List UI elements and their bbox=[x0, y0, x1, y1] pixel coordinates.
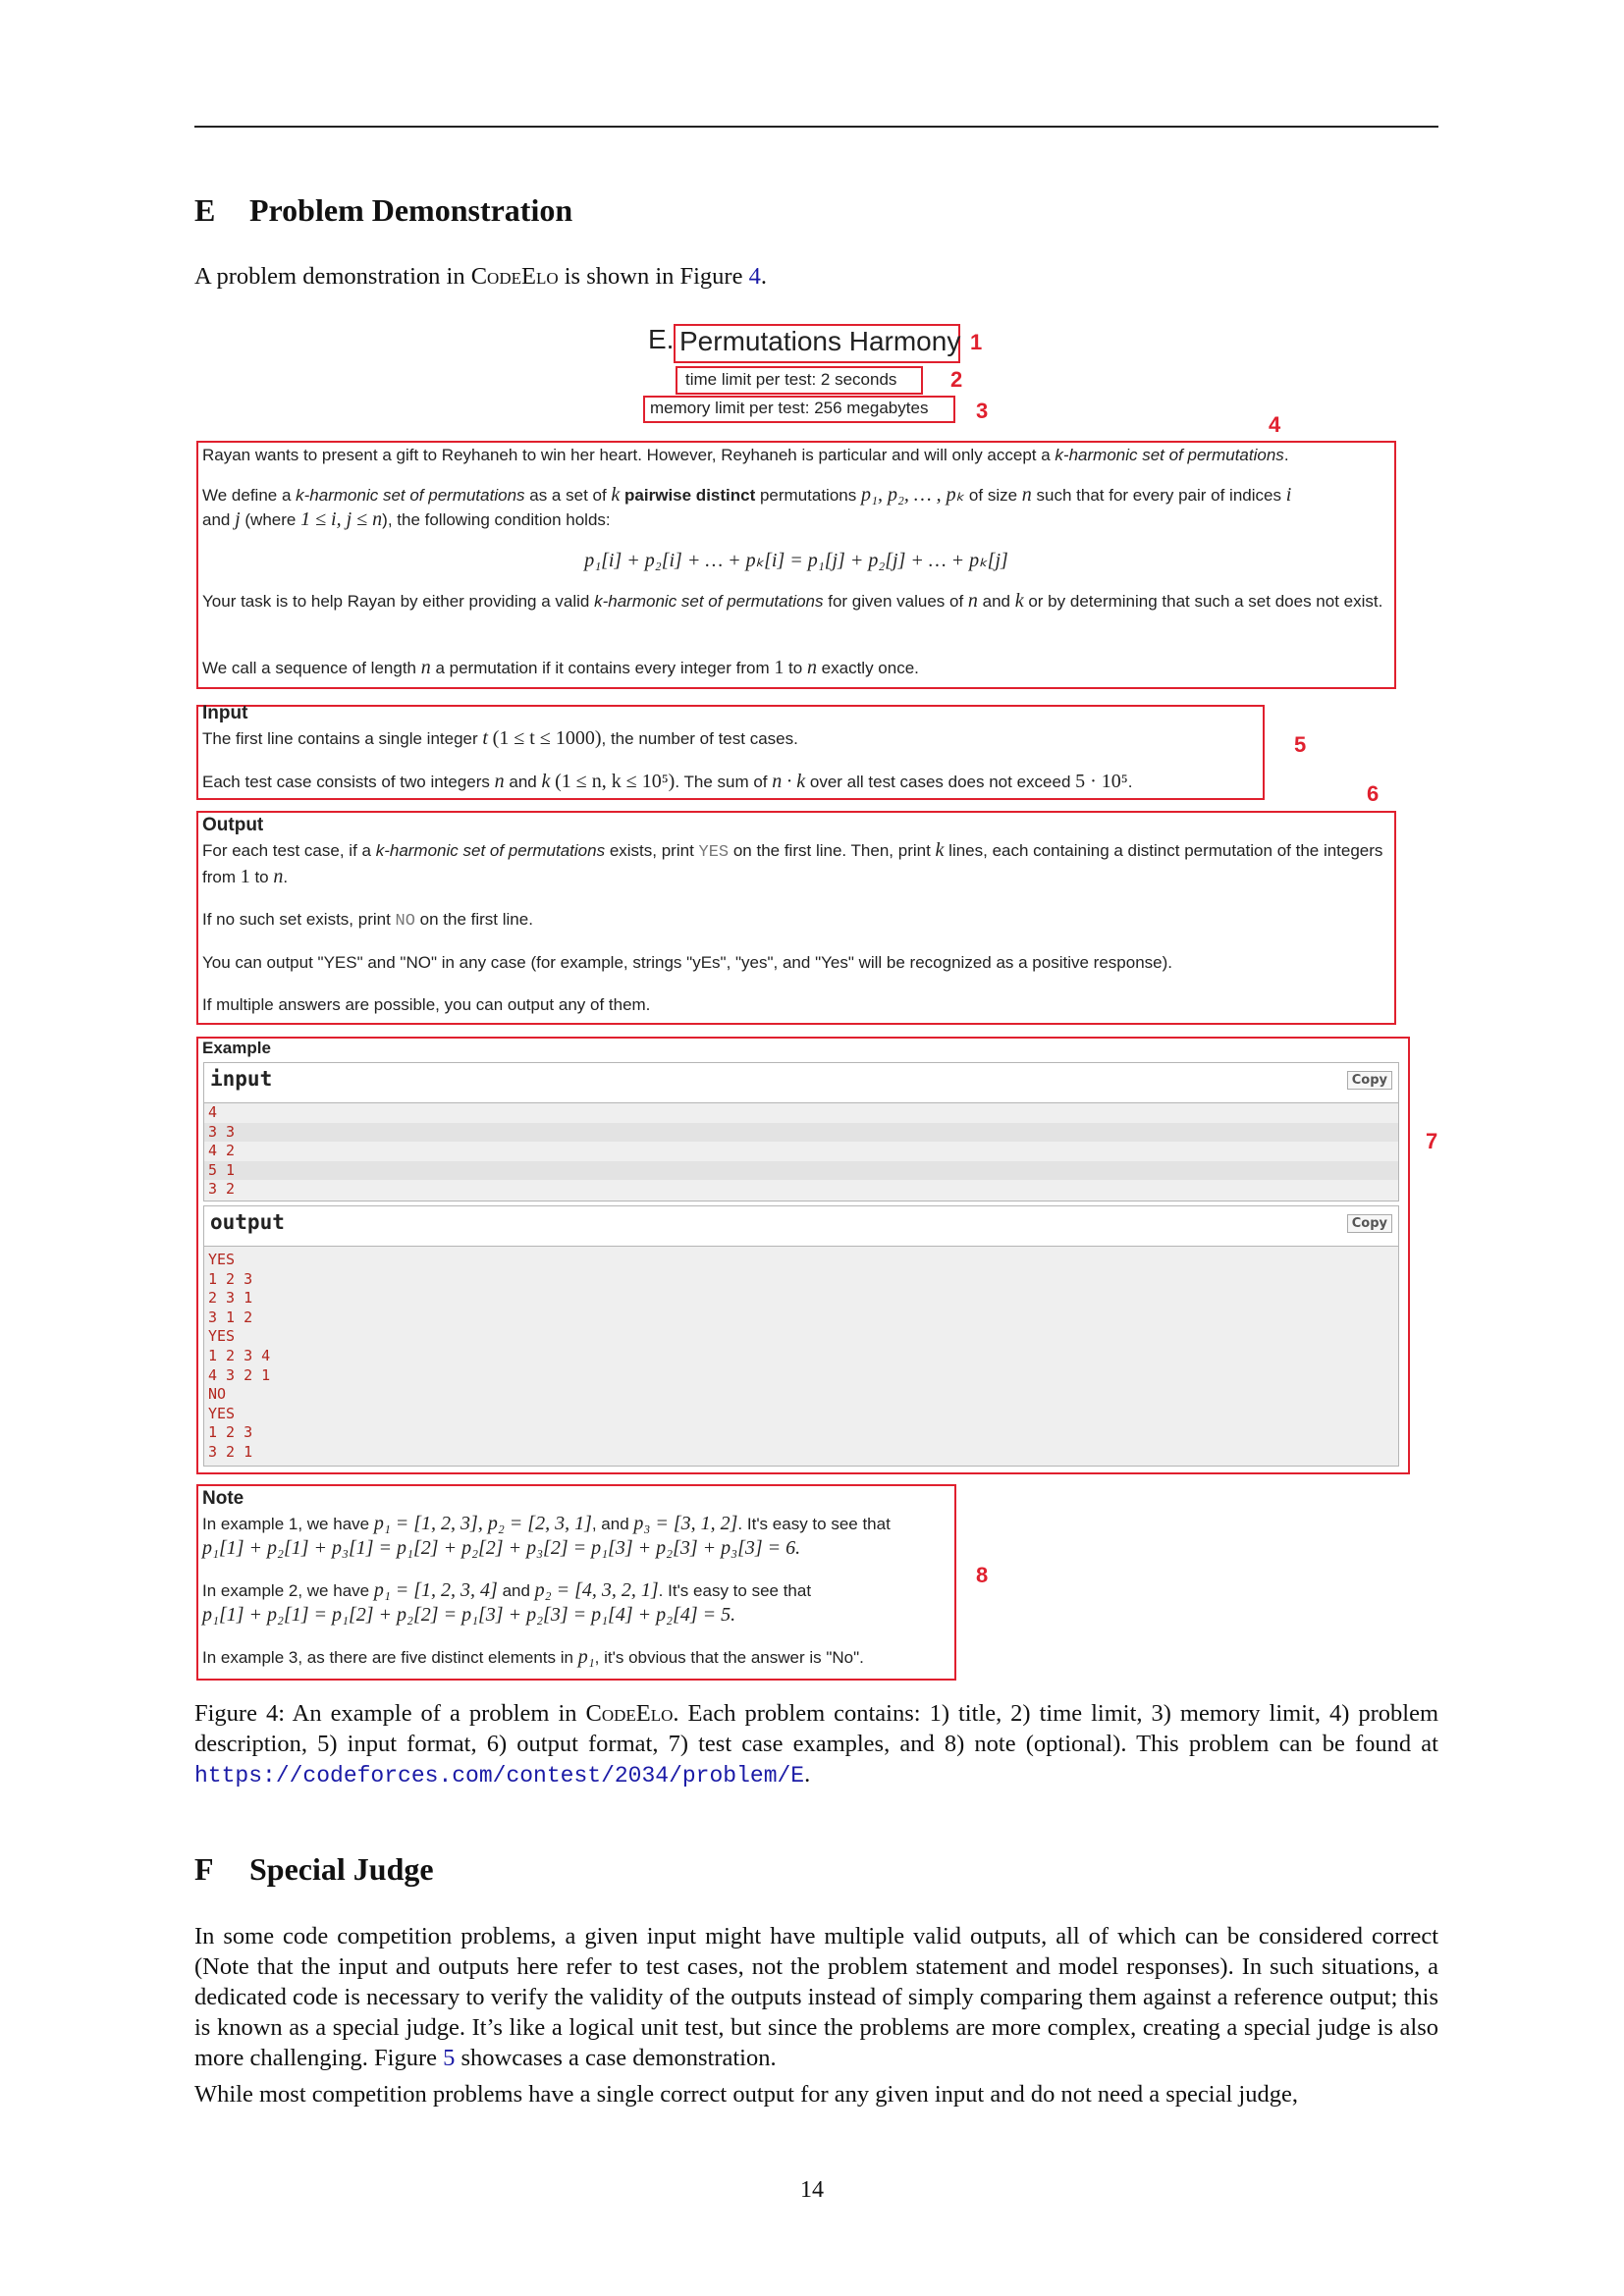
label-2: 2 bbox=[950, 367, 963, 392]
section-number: F bbox=[194, 1851, 214, 1887]
example-input-title: input bbox=[210, 1067, 273, 1091]
header-rule bbox=[194, 126, 1438, 128]
note-example-2: In example 2, we have p₁ = [1, 2, 3, 4] … bbox=[202, 1579, 812, 1626]
statement-p2: We define a k-harmonic set of permutatio… bbox=[202, 484, 1292, 530]
copy-input-button[interactable]: Copy bbox=[1346, 1071, 1392, 1090]
section-f-heading: F Special Judge bbox=[194, 1851, 434, 1888]
input-line: 4 2 bbox=[208, 1142, 236, 1160]
problem-letter: E. bbox=[648, 324, 675, 354]
input-line-1: The first line contains a single integer… bbox=[202, 727, 798, 749]
output-line: 1 2 3 4 bbox=[208, 1346, 271, 1364]
memory-limit: memory limit per test: 256 megabytes bbox=[650, 399, 929, 417]
input-line: 5 1 bbox=[204, 1160, 1398, 1181]
note-example-1: In example 1, we have p₁ = [1, 2, 3], p₂… bbox=[202, 1513, 891, 1559]
input-line-2: Each test case consists of two integers … bbox=[202, 771, 1133, 792]
section-f-paragraph-2: While most competition problems have a s… bbox=[194, 2081, 1298, 2108]
output-line: YES bbox=[208, 1404, 236, 1422]
example-input-body: 4 3 3 4 2 5 1 3 2 bbox=[204, 1102, 1398, 1201]
label-1: 1 bbox=[970, 330, 983, 354]
figure-ref-link[interactable]: 4 bbox=[749, 263, 761, 290]
input-line: 3 3 bbox=[204, 1122, 1398, 1143]
example-output-title: output bbox=[210, 1210, 285, 1234]
label-8: 8 bbox=[976, 1563, 989, 1587]
output-line-3: You can output "YES" and "NO" in any cas… bbox=[202, 953, 1172, 972]
output-line-1: For each test case, if a k-harmonic set … bbox=[202, 839, 1383, 887]
statement-p3: Your task is to help Rayan by either pro… bbox=[202, 590, 1383, 612]
output-header: Output bbox=[202, 815, 264, 835]
example-header: Example bbox=[202, 1039, 271, 1057]
output-line: 3 2 1 bbox=[208, 1442, 253, 1461]
time-limit: time limit per test: 2 seconds bbox=[685, 370, 897, 389]
codeelo-name: CodeElo bbox=[470, 263, 559, 290]
statement-p4: We call a sequence of length n a permuta… bbox=[202, 657, 919, 678]
section-e-intro: A problem demonstration in CodeElo is sh… bbox=[194, 263, 767, 290]
figure-5-ref-link[interactable]: 5 bbox=[443, 2045, 455, 2071]
statement-equation: p₁[i] + p₂[i] + … + pₖ[i] = p₁[j] + p₂[j… bbox=[584, 550, 1008, 571]
example-output-box: output Copy YES 1 2 3 2 3 1 3 1 2 YES 1 … bbox=[203, 1205, 1399, 1467]
problem-title: Permutations Harmony bbox=[679, 326, 961, 356]
page-number: 14 bbox=[800, 2177, 824, 2203]
label-6: 6 bbox=[1367, 781, 1380, 806]
input-header: Input bbox=[202, 703, 248, 723]
output-line: 4 3 2 1 bbox=[208, 1365, 271, 1384]
label-4: 4 bbox=[1269, 412, 1281, 437]
note-example-3: In example 3, as there are five distinct… bbox=[202, 1646, 864, 1668]
label-3: 3 bbox=[976, 399, 989, 423]
output-line: 2 3 1 bbox=[208, 1289, 253, 1308]
problem-url-link[interactable]: https://codeforces.com/contest/2034/prob… bbox=[194, 1763, 804, 1789]
section-e-heading: E Problem Demonstration bbox=[194, 192, 572, 229]
output-line: YES bbox=[208, 1327, 236, 1346]
section-title: Problem Demonstration bbox=[249, 192, 573, 228]
output-line: 3 1 2 bbox=[208, 1308, 253, 1326]
figure-caption: Figure 4: An example of a problem in Cod… bbox=[194, 1700, 1438, 1789]
copy-output-button[interactable]: Copy bbox=[1346, 1214, 1392, 1233]
input-line: 3 2 bbox=[208, 1180, 236, 1199]
output-line: YES bbox=[208, 1251, 236, 1268]
section-title: Special Judge bbox=[249, 1851, 434, 1887]
label-7: 7 bbox=[1426, 1129, 1438, 1153]
example-output-body: YES 1 2 3 2 3 1 3 1 2 YES 1 2 3 4 4 3 2 … bbox=[204, 1246, 1398, 1466]
note-header: Note bbox=[202, 1488, 244, 1509]
output-line: 1 2 3 bbox=[208, 1269, 253, 1288]
input-line: 4 bbox=[208, 1103, 218, 1121]
example-input-box: input Copy 4 3 3 4 2 5 1 3 2 bbox=[203, 1062, 1399, 1201]
output-line: 1 2 3 bbox=[208, 1423, 253, 1442]
statement-p1: Rayan wants to present a gift to Reyhane… bbox=[202, 446, 1289, 464]
section-number: E bbox=[194, 192, 216, 228]
output-line: NO bbox=[208, 1385, 227, 1404]
section-f-paragraph-1: In some code competition problems, a giv… bbox=[194, 1923, 1438, 2071]
output-line-4: If multiple answers are possible, you ca… bbox=[202, 995, 651, 1014]
output-line-2: If no such set exists, print NO on the f… bbox=[202, 910, 533, 931]
